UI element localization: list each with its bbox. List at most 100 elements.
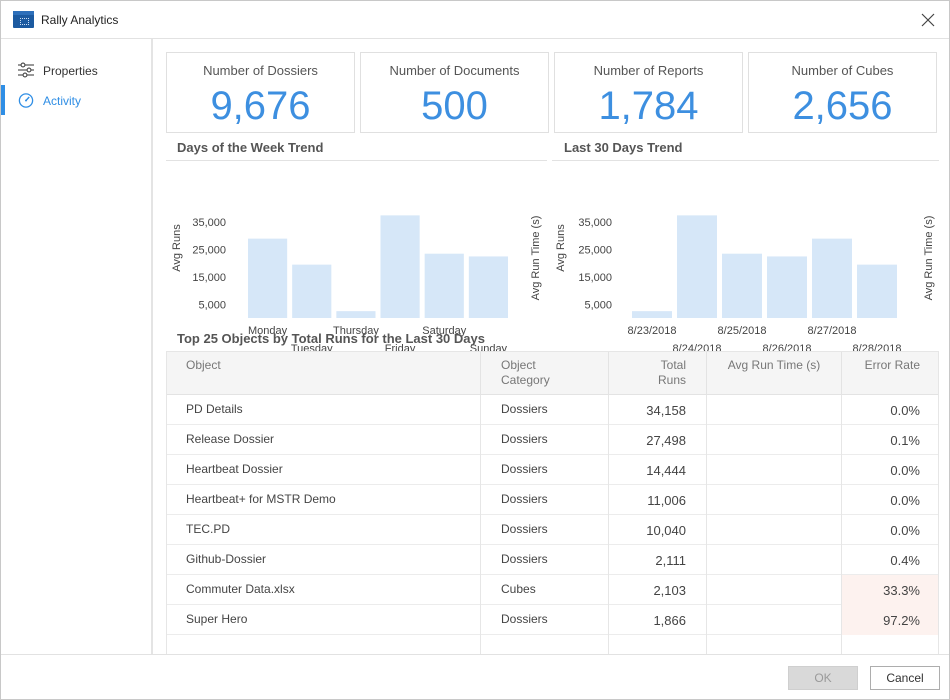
top-objects-table: Object Object Category Total Runs Avg Ru… <box>166 351 939 654</box>
cell-error-rate: 0.0% <box>842 455 938 485</box>
total-runs: 2,111 <box>655 553 686 568</box>
error-rate: 0.1% <box>890 433 920 448</box>
object-category: Cubes <box>501 582 536 596</box>
kpi-label: Number of Reports <box>593 63 704 78</box>
table-row[interactable]: Super Hero Dossiers 1,866 97.2% <box>167 605 938 635</box>
column-header-avg-run-time[interactable]: Avg Run Time (s) <box>707 352 842 396</box>
object-name: PD Details <box>186 402 243 416</box>
chart-bar <box>292 264 332 318</box>
x-tick-label: 8/23/2018 <box>628 325 677 337</box>
sidebar-item-label: Activity <box>43 94 82 108</box>
header-label: Error Rate <box>864 358 920 372</box>
cell-error-rate: 97.2% <box>842 605 938 635</box>
speedometer-icon <box>18 93 34 108</box>
object-name: Super Hero <box>186 612 248 626</box>
kpi-card-reports: Number of Reports 1,784 <box>554 52 743 133</box>
column-header-object[interactable]: Object <box>167 352 481 396</box>
object-category: Dossiers <box>501 522 548 536</box>
divider <box>166 160 547 161</box>
cell-avg-run-time <box>707 455 842 485</box>
divider <box>552 160 939 161</box>
cell-object: Heartbeat+ for MSTR Demo <box>167 485 481 515</box>
total-runs: 14,444 <box>646 463 686 478</box>
object-name: Heartbeat+ for MSTR Demo <box>186 492 336 506</box>
title-bar: Rally Analytics <box>1 1 949 39</box>
table-row[interactable]: TEC.PD Dossiers 10,040 0.0% <box>167 515 938 545</box>
table-title: Top 25 Objects by Total Runs for the Las… <box>177 331 485 346</box>
y-tick-label: 25,000 <box>578 245 612 257</box>
header-label: Total <box>660 358 686 372</box>
close-button[interactable] <box>915 7 941 33</box>
total-runs: 34,158 <box>646 403 686 418</box>
last-30-days-chart: 35,000 25,000 15,000 5,000 Avg Runs Avg Run T… <box>555 215 935 355</box>
error-rate: 33.3% <box>883 583 920 598</box>
object-name: Release Dossier <box>186 432 275 446</box>
kpi-value: 1,784 <box>598 84 699 128</box>
cell-object <box>167 635 481 654</box>
window-title: Rally Analytics <box>41 13 119 27</box>
kpi-value: 9,676 <box>210 84 311 128</box>
chart-bar <box>722 253 762 318</box>
ok-button[interactable]: OK <box>788 666 858 690</box>
cell-total-runs: 2,103 <box>609 575 707 605</box>
object-name: TEC.PD <box>186 522 231 536</box>
cell-category: Dossiers <box>481 455 609 485</box>
table-row[interactable] <box>167 635 938 654</box>
kpi-card-dossiers: Number of Dossiers 9,676 <box>166 52 355 133</box>
table-row[interactable]: Release Dossier Dossiers 27,498 0.1% <box>167 425 938 455</box>
kpi-value: 2,656 <box>792 84 893 128</box>
days-of-week-chart: 35,000 25,000 15,000 5,000 Avg Runs Avg Run T… <box>171 215 542 355</box>
cell-avg-run-time <box>707 395 842 425</box>
column-header-total-runs[interactable]: Total Runs <box>609 352 707 396</box>
cell-error-rate: 0.0% <box>842 515 938 545</box>
column-header-error-rate[interactable]: Error Rate <box>842 352 938 396</box>
cell-object: Github-Dossier <box>167 545 481 575</box>
total-runs: 27,498 <box>646 433 686 448</box>
table-row[interactable]: Heartbeat+ for MSTR Demo Dossiers 11,006 0.… <box>167 485 938 515</box>
chart-bar <box>424 253 464 318</box>
cell-error-rate: 33.3% <box>842 575 938 605</box>
total-runs: 10,040 <box>646 523 686 538</box>
y2-axis-label: Avg Run Time (s) <box>923 216 935 301</box>
y-tick-label: 5,000 <box>584 299 612 311</box>
cell-avg-run-time <box>707 575 842 605</box>
chart-bar <box>248 238 288 318</box>
x-tick-label: 8/25/2018 <box>718 325 767 337</box>
chart-bar <box>812 238 852 318</box>
kpi-label: Number of Documents <box>389 63 520 78</box>
cell-total-runs: 11,006 <box>609 485 707 515</box>
cancel-button[interactable]: Cancel <box>870 666 940 690</box>
x-tick-label: 8/27/2018 <box>808 325 857 337</box>
table-row[interactable]: Github-Dossier Dossiers 2,111 0.4% <box>167 545 938 575</box>
chart-title-last-30-days: Last 30 Days Trend <box>564 140 683 155</box>
cell-category <box>481 635 609 654</box>
table-row[interactable]: Heartbeat Dossier Dossiers 14,444 0.0% <box>167 455 938 485</box>
error-rate: 0.4% <box>890 553 920 568</box>
total-runs: 1,866 <box>653 613 686 628</box>
cell-category: Dossiers <box>481 545 609 575</box>
cell-error-rate: 0.4% <box>842 545 938 575</box>
table-row[interactable]: Commuter Data.xlsx Cubes 2,103 33.3% <box>167 575 938 605</box>
chart-title-days-of-week: Days of the Week Trend <box>177 140 324 155</box>
error-rate: 0.0% <box>890 523 920 538</box>
cell-category: Dossiers <box>481 515 609 545</box>
cell-object: Heartbeat Dossier <box>167 455 481 485</box>
object-category: Dossiers <box>501 612 548 626</box>
sidebar-item-activity[interactable]: Activity <box>1 85 151 115</box>
cell-category: Cubes <box>481 575 609 605</box>
error-rate: 0.0% <box>890 463 920 478</box>
table-row[interactable]: PD Details Dossiers 34,158 0.0% <box>167 395 938 425</box>
cell-total-runs: 14,444 <box>609 455 707 485</box>
chart-bar <box>468 256 508 318</box>
cell-error-rate: 0.0% <box>842 485 938 515</box>
cell-total-runs: 34,158 <box>609 395 707 425</box>
cell-object: Release Dossier <box>167 425 481 455</box>
kpi-label: Number of Cubes <box>791 63 894 78</box>
chart-bar <box>857 264 897 318</box>
y-tick-label: 25,000 <box>192 245 226 257</box>
sidebar-item-properties[interactable]: Properties <box>1 55 151 85</box>
y-axis-label: Avg Runs <box>171 224 183 272</box>
chart-bar <box>677 215 717 318</box>
object-category: Dossiers <box>501 552 548 566</box>
column-header-category[interactable]: Object Category <box>481 352 609 396</box>
